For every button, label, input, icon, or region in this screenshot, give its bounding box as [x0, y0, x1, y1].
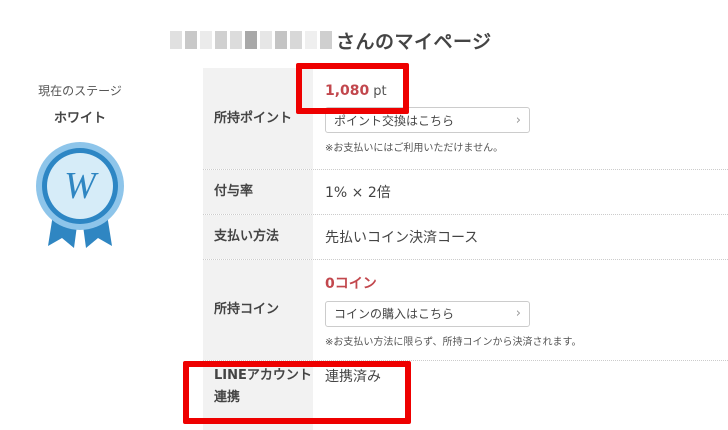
mask-block — [215, 31, 227, 49]
coins-row: 所持コイン 0コイン コインの購入はこちら › ※お支払い方法に限らず、所持コイ… — [203, 260, 728, 361]
payment-row: 支払い方法 先払いコイン決済コース — [203, 215, 728, 260]
payment-label: 支払い方法 — [203, 215, 313, 259]
payment-value: 先払いコイン決済コース — [325, 230, 479, 246]
point-exchange-label: ポイント交換はこちら — [334, 113, 455, 128]
stage-name: ホワイト — [53, 111, 106, 126]
stage-badge-icon: W — [20, 140, 140, 252]
coin-purchase-label: コインの購入はこちら — [334, 307, 455, 321]
masked-username — [170, 31, 332, 49]
points-note: ※お支払いにはご利用いただけません。 — [325, 143, 504, 154]
mask-block — [290, 31, 302, 49]
coins-note: ※お支払い方法に限らず、所持コインから決済されます。 — [325, 336, 582, 348]
mask-block — [170, 31, 182, 49]
mask-block — [320, 31, 332, 49]
coins-value: 0コイン — [325, 275, 377, 292]
stage-panel: 現在のステージ ホワイト W — [20, 82, 140, 252]
mask-block — [305, 31, 317, 49]
mask-block — [245, 31, 257, 49]
chevron-right-icon: › — [515, 306, 521, 321]
page-title: さんのマイページ — [336, 30, 492, 53]
points-row: 所持ポイント 1,080 pt ポイント交換はこちら › ※お支払いにはご利用い… — [203, 68, 728, 170]
coins-label: 所持コイン — [203, 260, 313, 360]
mask-block — [260, 31, 272, 49]
coin-purchase-button[interactable]: コインの購入はこちら › — [325, 300, 530, 327]
highlight-box-line — [183, 361, 411, 424]
badge-letter: W — [64, 165, 99, 207]
coins-cell: 0コイン コインの購入はこちら › ※お支払い方法に限らず、所持コインから決済さ… — [313, 260, 728, 360]
highlight-box-points — [296, 63, 409, 114]
mask-block — [275, 31, 287, 49]
mask-block — [185, 31, 197, 49]
page-title-row: さんのマイページ — [170, 26, 492, 54]
rate-value: 1% × 2倍 — [325, 185, 391, 201]
mask-block — [230, 31, 242, 49]
stage-label: 現在のステージ — [38, 84, 122, 98]
mask-block — [200, 31, 212, 49]
chevron-right-icon: › — [515, 112, 521, 128]
rate-row: 付与率 1% × 2倍 — [203, 170, 728, 215]
rate-label: 付与率 — [203, 170, 313, 214]
